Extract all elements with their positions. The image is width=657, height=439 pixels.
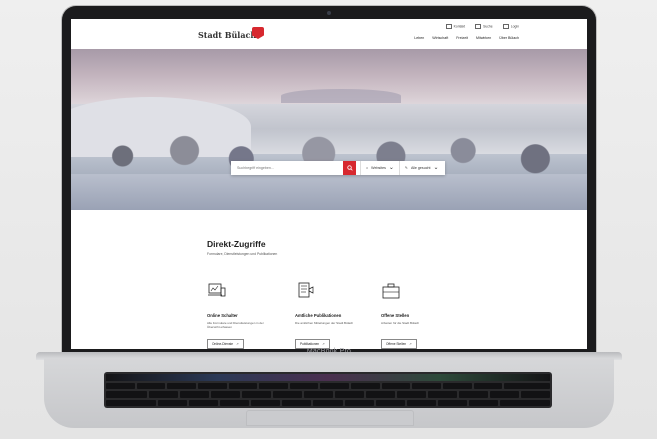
external-link-icon: ↗ [322, 342, 325, 346]
card-amtliche-publikationen: Amtliche Publikationen Die amtlichen Mit… [295, 282, 371, 349]
pencil-icon: ✎ [404, 166, 408, 170]
touch-bar [106, 374, 550, 381]
card-offene-stellen: Offene Stellen Arbeiten für die Stadt Bü… [381, 282, 457, 349]
mail-icon [445, 24, 452, 29]
chevron-down-icon: ⌄ [433, 165, 439, 171]
nav-item-mitwirken[interactable]: Mitwirken [476, 36, 491, 40]
chevron-down-icon: ⌄ [388, 165, 394, 171]
laptop-screen: Stadt Bülach Kontakt Suche Login Leben W… [71, 19, 587, 349]
nav-item-ueber[interactable]: Über Bülach [499, 36, 519, 40]
key-row [106, 399, 551, 406]
site-logo[interactable]: Stadt Bülach [198, 30, 256, 40]
laptop-scene: Stadt Bülach Kontakt Suche Login Leben W… [0, 0, 657, 439]
external-link-icon: ↗ [236, 342, 239, 346]
card-text: Alle Formulare und Dienstleistungen in d… [207, 321, 264, 329]
snow-field [71, 174, 587, 210]
online-counter-icon [208, 283, 226, 297]
filter-websites[interactable]: ⌂ Websites ⌄ [360, 161, 399, 175]
hero-image [71, 49, 587, 210]
card-text: Die amtlichen Mitteilungen der Stadt Bül… [295, 321, 354, 325]
globe-icon: ⌂ [366, 166, 369, 170]
user-icon [502, 24, 509, 29]
nav-item-wirtschaft[interactable]: Wirtschaft [432, 36, 448, 40]
section-title: Direkt-Zugriffe [207, 239, 266, 249]
card-title: Offene Stellen [381, 313, 410, 318]
search-icon [475, 24, 482, 29]
search-button[interactable] [343, 161, 356, 175]
card-text: Arbeiten für die Stadt Bülach [381, 321, 420, 325]
briefcase-icon [382, 283, 400, 299]
trackpad [246, 410, 414, 426]
card-online-schalter: Online Schalter Alle Formulare und Diens… [207, 282, 283, 349]
key-row [106, 382, 550, 389]
nav-item-leben[interactable]: Leben [414, 36, 424, 40]
utility-nav: Kontakt Suche Login [445, 24, 519, 29]
filter-all[interactable]: ✎ Alle gesucht ⌄ [398, 161, 444, 175]
publication-icon [298, 282, 314, 298]
keyboard [104, 372, 552, 408]
laptop-lid: Stadt Bülach Kontakt Suche Login Leben W… [62, 6, 596, 358]
direct-access-section: Direkt-Zugriffe Formulare, Dienstleistun… [71, 210, 587, 349]
utility-link-search[interactable]: Suche [475, 24, 493, 29]
camera [327, 11, 331, 15]
search-icon [346, 165, 353, 171]
card-title: Amtliche Publikationen [295, 313, 342, 318]
card-title: Online Schalter [207, 313, 238, 318]
site-header: Stadt Bülach Kontakt Suche Login Leben W… [71, 19, 587, 49]
mountain [281, 89, 401, 103]
section-subtitle: Formulare, Dienstleistungen und Publikat… [207, 252, 278, 256]
utility-link-contact[interactable]: Kontakt [445, 24, 465, 29]
laptop-base [44, 358, 614, 428]
nav-item-freizeit[interactable]: Freizeit [456, 36, 468, 40]
search-input[interactable] [231, 161, 343, 175]
key-row [106, 391, 551, 398]
utility-link-login[interactable]: Login [502, 24, 519, 29]
main-nav: Leben Wirtschaft Freizeit Mitwirken Über… [414, 36, 519, 40]
external-link-icon: ↗ [409, 342, 412, 346]
search-bar: ⌂ Websites ⌄ ✎ Alle gesucht ⌄ [231, 161, 445, 175]
